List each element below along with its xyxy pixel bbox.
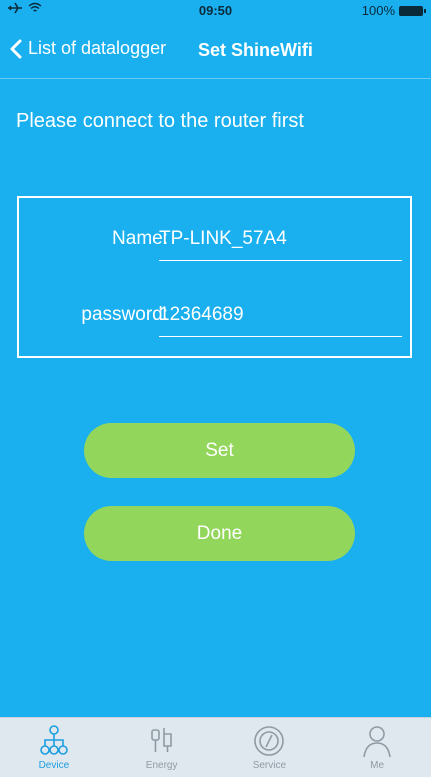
battery-percent: 100% <box>361 3 395 18</box>
name-input[interactable] <box>159 228 399 250</box>
device-icon <box>40 725 68 755</box>
chevron-left-icon <box>10 39 22 58</box>
instruction-text: Please connect to the router first <box>16 110 304 132</box>
status-bar: 09:50 100% <box>0 0 431 22</box>
tab-service[interactable]: Service <box>216 718 323 771</box>
status-right: 100% <box>361 3 426 18</box>
password-field: password: <box>19 296 410 337</box>
tab-device-label: Device <box>38 760 70 771</box>
navigation-bar: List of datalogger Set ShineWifi <box>0 22 431 79</box>
page-title: Set ShineWifi <box>198 40 313 60</box>
battery-icon <box>399 5 426 16</box>
tab-device[interactable]: Device <box>0 718 107 771</box>
back-label: List of datalogger <box>28 38 167 58</box>
password-input[interactable] <box>159 304 399 326</box>
wifi-form: Name: password: <box>17 196 412 358</box>
tab-service-label: Service <box>252 760 287 771</box>
back-button[interactable]: List of datalogger <box>10 38 166 59</box>
done-button[interactable]: Done <box>84 506 355 561</box>
password-label: password: <box>81 304 168 325</box>
energy-icon <box>150 728 172 752</box>
tab-bar: Device Energy Service Me <box>0 717 431 777</box>
tab-me-label: Me <box>370 760 385 771</box>
tab-energy-label: Energy <box>145 760 178 771</box>
tab-energy[interactable]: Energy <box>108 718 215 771</box>
me-icon <box>363 726 391 758</box>
password-underline <box>159 336 402 337</box>
service-icon <box>254 726 285 756</box>
name-underline <box>159 260 402 261</box>
set-button[interactable]: Set <box>84 423 355 478</box>
name-field: Name: <box>19 220 410 261</box>
tab-me[interactable]: Me <box>324 718 431 771</box>
